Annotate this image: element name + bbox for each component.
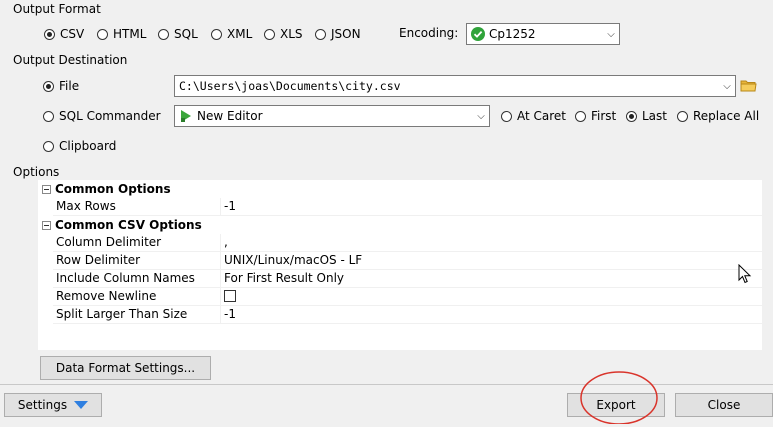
position-last-label: Last [642, 109, 667, 123]
encoding-select[interactable]: Cp1252 ⌵ [466, 23, 620, 45]
position-at-caret-label: At Caret [517, 109, 567, 123]
destination-clipboard-radio[interactable]: Clipboard [43, 137, 116, 155]
radio-indicator [575, 110, 586, 122]
property-value[interactable]: , [221, 234, 762, 251]
format-sql-label: SQL [174, 27, 198, 41]
format-json-label: JSON [331, 27, 361, 41]
clipboard-label: Clipboard [59, 139, 117, 153]
radio-indicator [43, 140, 54, 152]
chevron-down-icon: ⌵ [607, 28, 615, 40]
property-row[interactable]: Row Delimiter UNIX/Linux/macOS - LF [53, 252, 762, 270]
destination-file-radio[interactable]: File [43, 77, 79, 95]
property-key: Remove Newline Characters [53, 288, 221, 320]
editor-icon [179, 109, 193, 123]
output-destination-label: Output Destination [13, 53, 128, 67]
remove-newline-checkbox[interactable] [224, 289, 236, 302]
group-common-csv-options[interactable]: Common CSV Options [38, 216, 202, 234]
chevron-down-icon[interactable]: ⌵ [719, 81, 735, 92]
radio-indicator [211, 28, 222, 40]
format-xls-label: XLS [280, 27, 303, 41]
radio-indicator [626, 110, 637, 122]
property-row[interactable]: Column Delimiter , [53, 234, 762, 252]
position-replace-all-label: Replace All [693, 109, 760, 123]
format-sql-radio[interactable]: SQL [158, 25, 198, 43]
group-common-options[interactable]: Common Options [38, 180, 171, 198]
encoding-value: Cp1252 [489, 27, 536, 41]
sql-commander-label: SQL Commander [59, 109, 161, 123]
encoding-label: Encoding: [399, 26, 459, 40]
format-xls-radio[interactable]: XLS [264, 25, 303, 43]
property-value[interactable]: -1 [221, 198, 762, 215]
position-last-radio[interactable]: Last [626, 107, 667, 125]
property-key: Row Delimiter [53, 252, 221, 269]
property-key: Include Column Names [53, 270, 221, 287]
radio-indicator [97, 28, 108, 40]
radio-indicator [44, 28, 55, 40]
position-at-caret-radio[interactable]: At Caret [501, 107, 566, 125]
triangle-down-icon [74, 401, 89, 409]
property-value[interactable]: For First Result Only [221, 270, 762, 287]
position-first-radio[interactable]: First [575, 107, 616, 125]
sql-commander-select[interactable]: New Editor ⌵ [174, 105, 490, 127]
format-json-radio[interactable]: JSON [315, 25, 361, 43]
format-html-label: HTML [113, 27, 147, 41]
position-replace-all-radio[interactable]: Replace All [677, 107, 759, 125]
output-format-label: Output Format [13, 2, 101, 16]
file-path-combo[interactable]: C:\Users\joas\Documents\city.csv ⌵ [174, 75, 736, 97]
property-key: Column Delimiter [53, 234, 221, 251]
property-key: Max Rows [53, 198, 221, 215]
radio-indicator [501, 110, 512, 122]
settings-button[interactable]: Settings [4, 393, 102, 417]
property-row[interactable]: Remove Newline Characters [53, 288, 762, 320]
property-row[interactable]: Max Rows -1 [53, 198, 762, 216]
chevron-down-icon: ⌵ [477, 110, 485, 122]
radio-indicator [264, 28, 275, 40]
property-key: Split Larger Than Size [53, 306, 221, 323]
property-row[interactable]: Split Larger Than Size -1 [53, 306, 762, 324]
radio-indicator [43, 110, 54, 122]
property-row[interactable]: Include Column Names For First Result On… [53, 270, 762, 288]
settings-label: Settings [17, 398, 68, 412]
options-property-grid: Common Options Max Rows -1 Common CSV Op… [38, 180, 762, 350]
export-button[interactable]: Export [567, 393, 665, 417]
cursor-icon [738, 263, 752, 287]
destination-file-label: File [59, 79, 80, 93]
group-label: Common Options [55, 182, 171, 196]
close-button[interactable]: Close [675, 393, 773, 417]
sql-commander-value: New Editor [197, 109, 263, 123]
format-csv-radio[interactable]: CSV [44, 25, 84, 43]
folder-icon[interactable] [740, 78, 757, 96]
radio-indicator [158, 28, 169, 40]
data-format-settings-button[interactable]: Data Format Settings... [40, 356, 211, 380]
property-value [221, 288, 762, 305]
separator [0, 384, 773, 385]
radio-indicator [677, 110, 688, 122]
check-icon [471, 27, 485, 41]
position-first-label: First [591, 109, 617, 123]
destination-sql-commander-radio[interactable]: SQL Commander [43, 107, 161, 125]
format-xml-radio[interactable]: XML [211, 25, 252, 43]
collapse-icon[interactable] [42, 184, 51, 194]
radio-indicator [43, 80, 54, 92]
format-csv-label: CSV [60, 27, 85, 41]
format-html-radio[interactable]: HTML [97, 25, 146, 43]
property-value[interactable]: UNIX/Linux/macOS - LF [221, 252, 762, 269]
file-path-value[interactable]: C:\Users\joas\Documents\city.csv [175, 79, 719, 93]
collapse-icon[interactable] [42, 220, 51, 230]
options-label: Options [13, 165, 60, 179]
format-xml-label: XML [227, 27, 253, 41]
property-value[interactable]: -1 [221, 306, 762, 323]
radio-indicator [315, 28, 326, 40]
group-label: Common CSV Options [55, 218, 202, 232]
